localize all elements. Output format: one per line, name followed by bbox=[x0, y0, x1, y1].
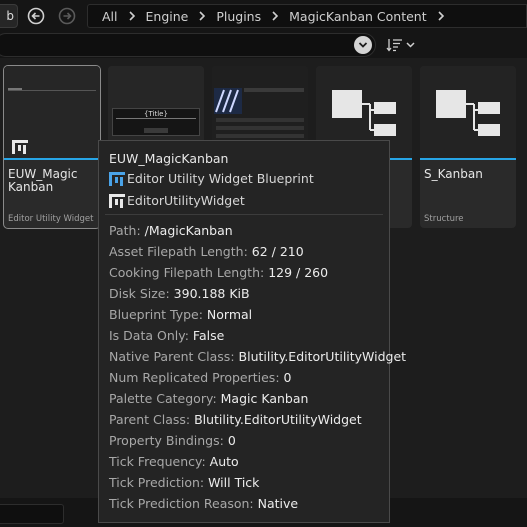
asset-type-color-bar bbox=[420, 158, 516, 160]
property-key: Palette Category: bbox=[109, 391, 221, 406]
property-key: Tick Frequency: bbox=[109, 454, 210, 469]
tooltip-property-row: Tick Prediction Reason: Native bbox=[109, 496, 298, 511]
property-key: Path: bbox=[109, 223, 145, 238]
asset-type: Structure bbox=[424, 214, 464, 224]
property-value: 129 / 260 bbox=[268, 265, 329, 280]
sort-icon[interactable] bbox=[386, 37, 420, 53]
tooltip-property-row: Num Replicated Properties: 0 bbox=[109, 370, 291, 385]
chevron-right-icon[interactable] bbox=[198, 11, 206, 21]
tooltip-property-row: Tick Prediction: Will Tick bbox=[109, 475, 259, 490]
tooltip-property-row: Property Bindings: 0 bbox=[109, 433, 236, 448]
property-value: Auto bbox=[209, 454, 239, 469]
left-tab[interactable]: b bbox=[0, 4, 18, 28]
tooltip-property-row: Asset Filepath Length: 62 / 210 bbox=[109, 244, 304, 259]
search-row bbox=[0, 32, 527, 58]
property-key: Parent Class: bbox=[109, 412, 195, 427]
tooltip-subtype-label: EditorUtilityWidget bbox=[127, 193, 245, 208]
asset-tile-euw-magickanban[interactable]: EUW_Magic Kanban Editor Utility Widget bbox=[3, 65, 101, 229]
widget-blueprint-icon bbox=[12, 140, 28, 154]
structure-icon bbox=[436, 90, 500, 136]
asset-type-color-bar bbox=[4, 158, 100, 160]
property-key: Asset Filepath Length: bbox=[109, 244, 252, 259]
back-arrow-icon[interactable] bbox=[26, 6, 46, 26]
property-key: Tick Prediction Reason: bbox=[109, 496, 258, 511]
property-value: Blutility.EditorUtilityWidget bbox=[238, 349, 407, 364]
tooltip-property-row: Tick Frequency: Auto bbox=[109, 454, 239, 469]
asset-thumbnail bbox=[4, 66, 100, 158]
property-key: Is Data Only: bbox=[109, 328, 193, 343]
property-key: Cooking Filepath Length: bbox=[109, 265, 269, 280]
breadcrumb-plugins[interactable]: Plugins bbox=[216, 9, 261, 24]
tooltip-property-row: Parent Class: Blutility.EditorUtilityWid… bbox=[109, 412, 362, 427]
property-value: Native bbox=[257, 496, 299, 511]
tooltip-property-row: Native Parent Class: Blutility.EditorUti… bbox=[109, 349, 406, 364]
property-key: Property Bindings: bbox=[109, 433, 228, 448]
search-input[interactable] bbox=[0, 33, 376, 57]
tooltip-title: EUW_MagicKanban bbox=[109, 151, 229, 166]
asset-name: S_Kanban bbox=[424, 167, 483, 181]
asset-tile-s-kanban[interactable]: S_Kanban Structure bbox=[420, 66, 516, 228]
tooltip-class-label: Editor Utility Widget Blueprint bbox=[127, 171, 314, 186]
asset-type: Editor Utility Widget bbox=[8, 214, 94, 224]
property-value: False bbox=[192, 328, 225, 343]
property-value: Normal bbox=[206, 307, 253, 322]
chevron-down-icon[interactable] bbox=[354, 36, 372, 54]
tooltip-divider bbox=[105, 214, 383, 215]
property-value: /MagicKanban bbox=[144, 223, 233, 238]
widget-blueprint-icon bbox=[109, 171, 127, 186]
property-value: Blutility.EditorUtilityWidget bbox=[194, 412, 362, 427]
property-key: Disk Size: bbox=[109, 286, 174, 301]
property-value: Will Tick bbox=[208, 475, 260, 490]
property-value: Magic Kanban bbox=[220, 391, 309, 406]
tooltip-property-row: Blueprint Type: Normal bbox=[109, 307, 252, 322]
breadcrumb-engine[interactable]: Engine bbox=[146, 9, 189, 24]
property-key: Native Parent Class: bbox=[109, 349, 239, 364]
top-bar: b All Engine Plugins MagicKanban Content bbox=[0, 0, 527, 32]
structure-icon bbox=[332, 90, 396, 136]
widget-icon bbox=[109, 193, 127, 208]
tooltip-subtype-row: EditorUtilityWidget bbox=[109, 193, 245, 208]
tooltip-class-row: Editor Utility Widget Blueprint bbox=[109, 171, 314, 186]
chevron-right-icon[interactable] bbox=[271, 11, 279, 21]
forward-arrow-icon[interactable] bbox=[57, 6, 77, 26]
tooltip-property-row: Path: /MagicKanban bbox=[109, 223, 233, 238]
property-value: 390.188 KiB bbox=[173, 286, 250, 301]
property-value: 0 bbox=[227, 433, 236, 448]
tooltip-property-row: Is Data Only: False bbox=[109, 328, 224, 343]
property-key: Tick Prediction: bbox=[109, 475, 209, 490]
breadcrumb-all[interactable]: All bbox=[102, 9, 118, 24]
asset-name: EUW_Magic Kanban bbox=[8, 167, 78, 194]
property-value: 62 / 210 bbox=[251, 244, 304, 259]
tooltip-property-row: Disk Size: 390.188 KiB bbox=[109, 286, 250, 301]
asset-thumbnail bbox=[420, 66, 516, 158]
property-key: Num Replicated Properties: bbox=[109, 370, 284, 385]
asset-tooltip: EUW_MagicKanban Editor Utility Widget Bl… bbox=[98, 140, 406, 523]
chevron-right-icon[interactable] bbox=[128, 11, 136, 21]
breadcrumb: All Engine Plugins MagicKanban Content bbox=[87, 4, 527, 28]
breadcrumb-magickanban-content[interactable]: MagicKanban Content bbox=[289, 9, 427, 24]
property-key: Blueprint Type: bbox=[109, 307, 207, 322]
tooltip-property-row: Cooking Filepath Length: 129 / 260 bbox=[109, 265, 328, 280]
bottom-input[interactable] bbox=[0, 504, 64, 524]
tooltip-property-row: Palette Category: Magic Kanban bbox=[109, 391, 308, 406]
property-value: 0 bbox=[283, 370, 292, 385]
chevron-right-icon[interactable] bbox=[437, 11, 445, 21]
